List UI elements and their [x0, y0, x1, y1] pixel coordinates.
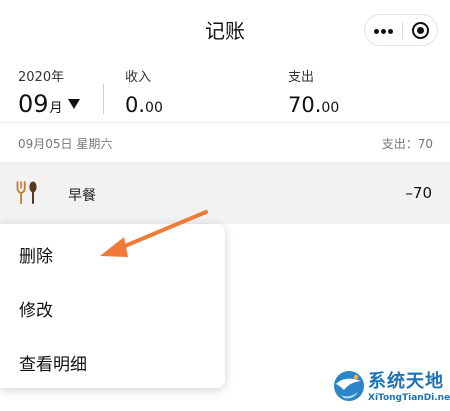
fork-spoon-icon	[16, 181, 37, 204]
month-picker[interactable]: 09月	[18, 90, 80, 118]
record-amount: –70	[405, 184, 432, 202]
menu-details[interactable]: 查看明细	[19, 350, 87, 375]
expense-integer: 70.	[288, 93, 322, 117]
watermark-title: 系统天地	[368, 371, 444, 392]
watermark-url: XiTongTianDi.net	[368, 393, 450, 403]
watermark: 系统天地 XiTongTianDi.net	[330, 365, 450, 411]
income-integer: 0.	[125, 93, 146, 117]
menu-delete[interactable]: 删除	[19, 242, 53, 267]
income-label: 收入	[125, 70, 152, 85]
context-menu: 删除 修改 查看明细	[0, 224, 225, 388]
expense-value: 70.00	[288, 93, 339, 117]
month-unit: 月	[49, 101, 63, 116]
globe-logo-icon	[334, 371, 364, 401]
title-bar: 记账	[0, 0, 450, 58]
menu-edit[interactable]: 修改	[19, 296, 53, 321]
mini-program-capsule	[364, 14, 438, 46]
caret-down-icon	[67, 99, 80, 109]
month-summary: 2020年 09月 收入 0.00 支出 70.00	[0, 58, 450, 122]
year-label: 2020年	[18, 70, 65, 85]
divider	[0, 122, 450, 123]
more-dots-icon[interactable]	[374, 29, 394, 34]
day-header: 09月05日 星期六 支出：70	[0, 124, 450, 160]
income-decimal: 00	[145, 100, 163, 116]
day-total: 支出：70	[381, 137, 433, 151]
summary-divider	[103, 84, 104, 114]
close-target-icon[interactable]	[412, 22, 429, 39]
record-category: 早餐	[68, 188, 96, 204]
month-number: 09	[18, 90, 49, 118]
capsule-divider	[402, 22, 403, 39]
record-row[interactable]: 早餐 –70	[0, 162, 450, 224]
income-value: 0.00	[125, 93, 163, 117]
day-date: 09月05日 星期六	[18, 137, 113, 151]
expense-label: 支出	[288, 70, 315, 85]
expense-decimal: 00	[321, 100, 340, 116]
